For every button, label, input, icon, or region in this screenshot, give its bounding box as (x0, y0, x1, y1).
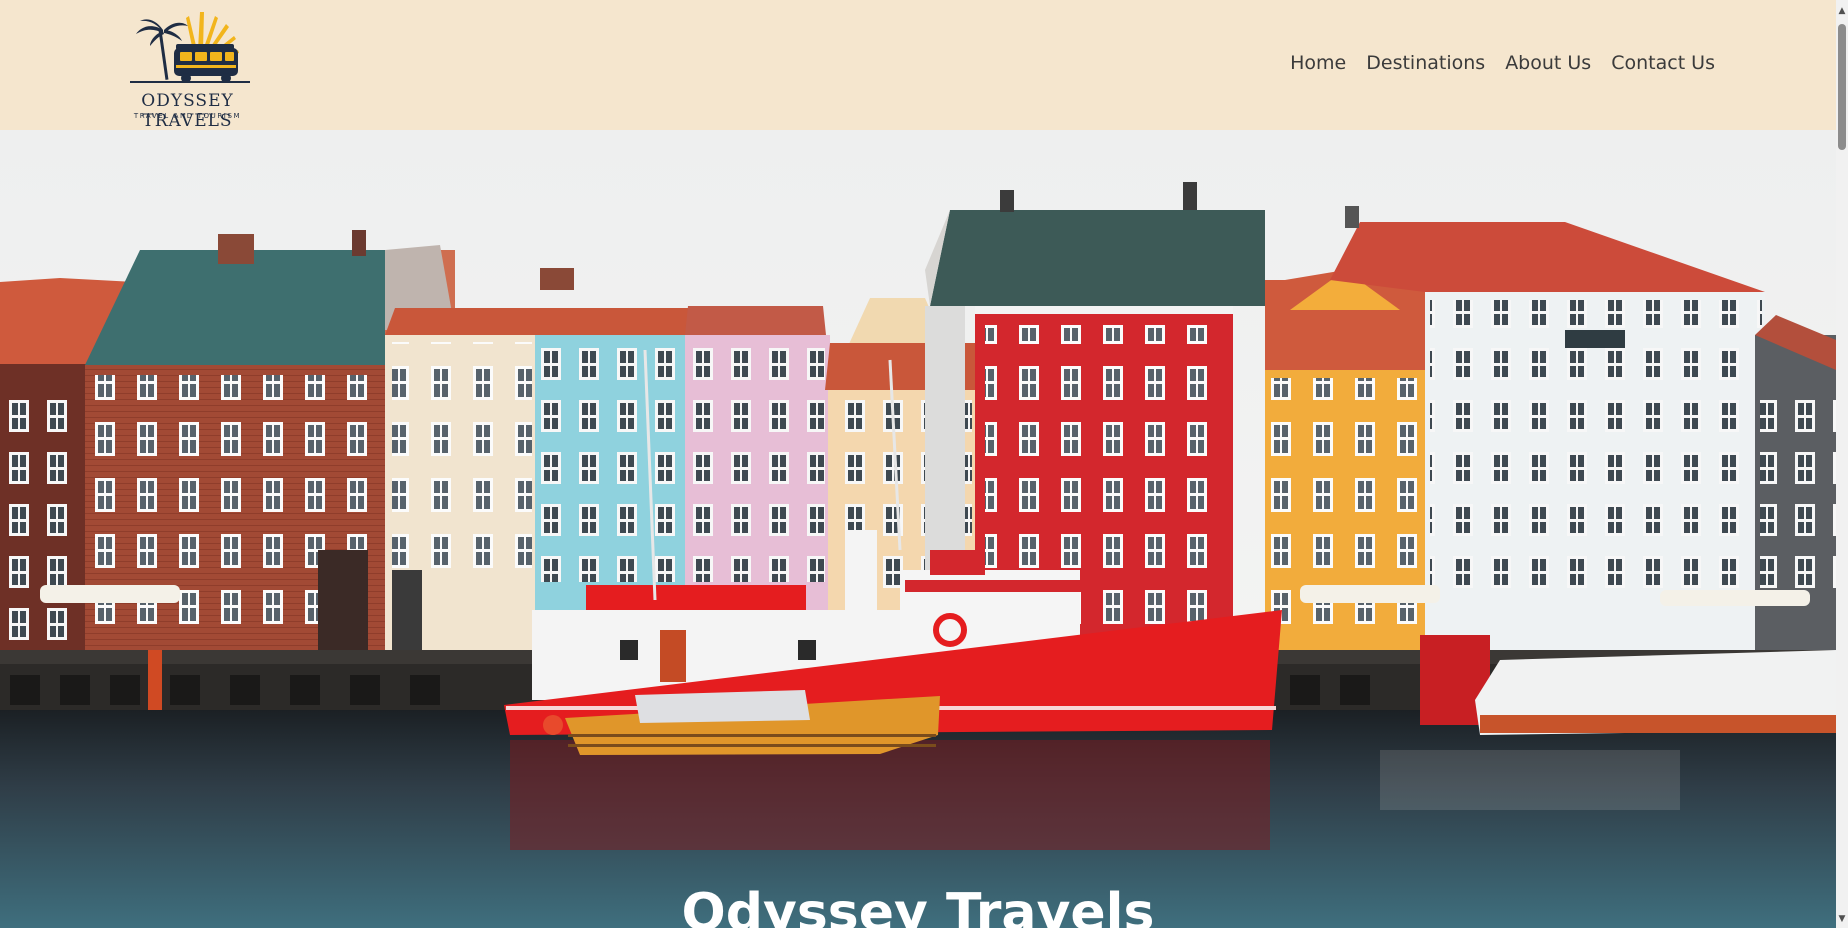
logo-emblem-icon (130, 12, 250, 83)
brand-logo[interactable]: ODYSSEY TRAVELS TRAVEL AND TOURISM (100, 8, 275, 131)
hero-harbor-photo (0, 130, 1836, 928)
site-header: ODYSSEY TRAVELS TRAVEL AND TOURISM Home … (0, 0, 1836, 131)
hero-banner: Odyssey Travels (0, 130, 1836, 928)
nav-about-link[interactable]: About Us (1505, 52, 1591, 74)
hero-title: Odyssey Travels (681, 883, 1155, 928)
scroll-thumb[interactable] (1838, 24, 1846, 150)
brand-name: ODYSSEY TRAVELS (141, 91, 234, 131)
page-scrollbar[interactable]: ▲ ▼ (1836, 0, 1848, 928)
brand-tagline: TRAVEL AND TOURISM (133, 112, 242, 120)
scroll-up-arrow-icon[interactable]: ▲ (1836, 4, 1848, 18)
nav-home-link[interactable]: Home (1290, 52, 1346, 74)
nav-destinations-link[interactable]: Destinations (1366, 52, 1485, 74)
main-nav: Home Destinations About Us Contact Us (1290, 52, 1715, 74)
scroll-down-arrow-icon[interactable]: ▼ (1836, 912, 1848, 926)
nav-contact-link[interactable]: Contact Us (1611, 52, 1715, 74)
